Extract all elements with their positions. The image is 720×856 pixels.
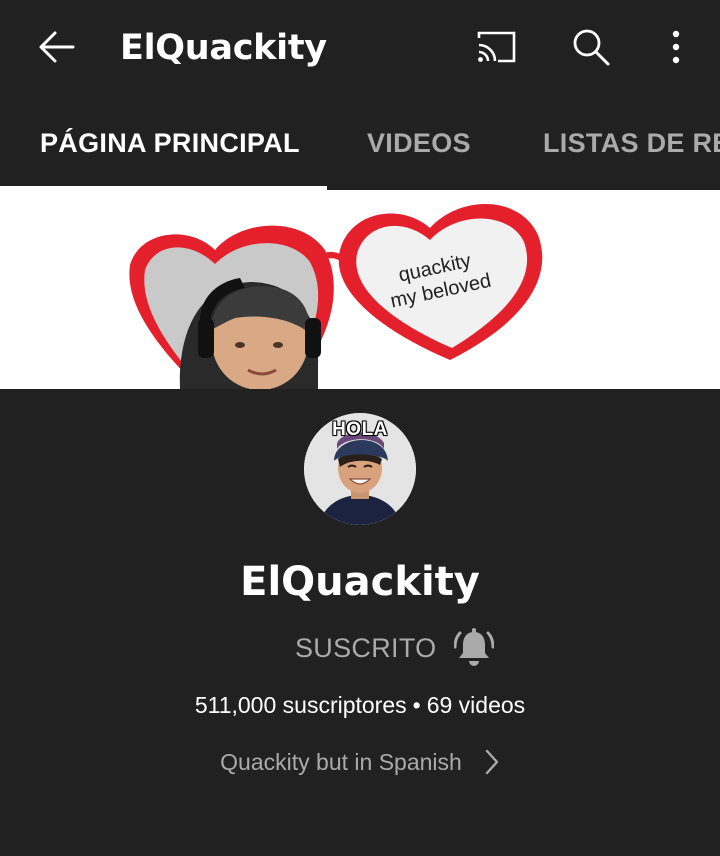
arrow-left-icon: [39, 31, 75, 63]
banner-artwork: quackity my beloved: [0, 190, 720, 389]
subscribed-button[interactable]: SUSCRITO: [284, 622, 447, 674]
avatar-caption: HOLA: [332, 419, 388, 440]
search-icon: [573, 29, 610, 66]
channel-stats: 511,000 suscriptores • 69 videos: [0, 688, 720, 722]
search-button[interactable]: [561, 17, 621, 77]
stats-separator: •: [412, 692, 421, 718]
chevron-right-icon: [484, 748, 500, 776]
channel-tabs: PÁGINA PRINCIPAL VIDEOS LISTAS DE REPROD…: [0, 96, 720, 190]
channel-avatar[interactable]: HOLA: [304, 413, 416, 525]
tab-videos[interactable]: VIDEOS: [367, 96, 471, 190]
top-app-bar: ElQuackity: [0, 0, 720, 96]
channel-banner: quackity my beloved: [0, 190, 720, 389]
notification-bell-icon: [454, 628, 494, 666]
cast-icon: [477, 31, 516, 63]
channel-page: ElQuackity PÁGINA PRINCIPAL VIDEOS LISTA…: [0, 0, 720, 856]
tab-playlists[interactable]: LISTAS DE REPRODUCCIÓN: [543, 96, 720, 190]
subscriber-count: 511,000 suscriptores: [194, 692, 407, 718]
tab-home[interactable]: PÁGINA PRINCIPAL: [40, 96, 300, 190]
back-button[interactable]: [27, 17, 87, 77]
more-vertical-icon: [672, 30, 680, 64]
cast-button[interactable]: [466, 17, 526, 77]
video-count: 69 videos: [426, 692, 526, 718]
channel-description: Quackity but in Spanish: [220, 748, 462, 775]
channel-description-link[interactable]: Quackity but in Spanish: [0, 740, 720, 784]
notification-bell-button[interactable]: [448, 622, 500, 674]
channel-title: ElQuackity: [120, 28, 327, 68]
channel-name: ElQuackity: [240, 559, 480, 605]
subscription-row: SUSCRITO: [0, 622, 720, 674]
more-options-button[interactable]: [646, 17, 706, 77]
